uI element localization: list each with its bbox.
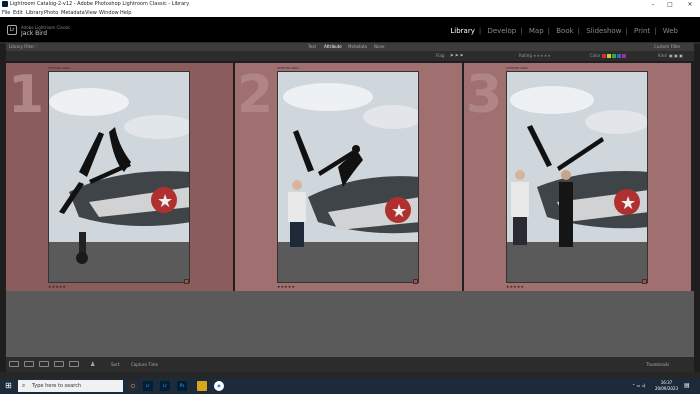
- menu-bar: File Edit Library Photo Metadata View Wi…: [0, 9, 700, 17]
- notifications-icon[interactable]: ▤: [684, 382, 690, 389]
- windows-start-icon[interactable]: ⊞: [5, 382, 12, 390]
- cell-badge-icon: [184, 279, 189, 284]
- photo-thumbnail[interactable]: ★: [277, 71, 419, 283]
- color-yellow-swatch[interactable]: [607, 54, 611, 58]
- clock-date: 20/09/2023: [654, 386, 678, 391]
- cell-index: 2: [237, 65, 274, 125]
- module-web[interactable]: Web: [663, 27, 678, 35]
- module-print[interactable]: Print: [634, 27, 650, 35]
- attribute-toolbar: Flag ⚑ ⚑ ⚑ Rating ★★★★★ Color Kind ▣ ▣ ▣: [6, 51, 694, 61]
- lightroom-classic-taskbar-icon[interactable]: Lr: [160, 381, 170, 391]
- module-book[interactable]: Book: [556, 27, 573, 35]
- taskbar-clock[interactable]: 16:37 20/09/2023: [655, 380, 678, 392]
- cell-badge-icon: [413, 279, 418, 284]
- menu-edit[interactable]: Edit: [13, 9, 23, 17]
- menu-view[interactable]: View: [85, 9, 97, 17]
- color-red-swatch[interactable]: [602, 54, 606, 58]
- color-label: Color: [590, 53, 601, 58]
- svg-text:★: ★: [391, 201, 407, 222]
- svg-text:★: ★: [157, 191, 173, 212]
- thumbnail-size-label: Thumbnails: [646, 362, 670, 367]
- filter-tab-metadata[interactable]: Metadata: [348, 43, 367, 51]
- module-picker: Library | Develop | Map | Book | Slideshow | …: [450, 27, 678, 35]
- rating-label: Rating: [519, 53, 532, 58]
- cell-index: 1: [8, 65, 45, 125]
- title-bar: Lightroom Catalog-2-v12 - Adobe Photosho…: [0, 0, 700, 9]
- module-map[interactable]: Map: [529, 27, 544, 35]
- task-view-icon[interactable]: ▢: [128, 381, 138, 391]
- menu-file[interactable]: File: [2, 9, 10, 17]
- library-filter-bar: Library Filter : Text Attribute Metadata…: [6, 43, 694, 51]
- grid-cell[interactable]: 3 SPITFIRE-AREA ★ ★★★★★: [464, 63, 691, 291]
- kind-label: Kind: [658, 53, 667, 58]
- cell-label: SPITFIRE-AREA: [506, 66, 529, 70]
- filter-title: Library Filter :: [9, 44, 37, 49]
- menu-photo[interactable]: Photo: [44, 9, 58, 17]
- lightroom-app-icon: [2, 1, 8, 7]
- color-green-swatch[interactable]: [612, 54, 616, 58]
- grid-view-icon[interactable]: [9, 361, 19, 367]
- close-button[interactable]: ✕: [682, 0, 698, 9]
- minimize-button[interactable]: –: [645, 0, 661, 9]
- menu-library[interactable]: Library: [26, 9, 43, 17]
- taskbar-search-box[interactable]: ⌕ Type here to search: [18, 380, 123, 392]
- svg-text:★: ★: [620, 193, 636, 214]
- painter-icon[interactable]: ♟: [90, 361, 95, 368]
- lightroom-taskbar-icon[interactable]: Lr: [143, 381, 153, 391]
- survey-view-icon[interactable]: [54, 361, 64, 367]
- identity-line2: Jack Bird: [21, 30, 48, 37]
- photo-grid: 1 SPITFIRE-AREA ★ ★★★★★ 2 SPITFIRE-AREA: [6, 63, 694, 291]
- grid-cell[interactable]: 2 SPITFIRE-AREA ★ ★★★★★: [235, 63, 462, 291]
- maximize-button[interactable]: □: [662, 0, 678, 9]
- cell-label: SPITFIRE-AREA: [277, 66, 300, 70]
- spitfire-photo: ★: [507, 72, 647, 282]
- cell-rating[interactable]: ★★★★★: [506, 284, 524, 289]
- bottom-toolbar: ♟ Sort: Capture Time Thumbnails: [6, 357, 694, 372]
- module-develop[interactable]: Develop: [487, 27, 516, 35]
- menu-help[interactable]: Help: [120, 9, 131, 17]
- grid-cell[interactable]: 1 SPITFIRE-AREA ★ ★★★★★: [6, 63, 233, 291]
- file-explorer-icon[interactable]: [197, 381, 207, 391]
- sort-select[interactable]: Capture Time: [131, 362, 158, 367]
- module-slideshow[interactable]: Slideshow: [586, 27, 621, 35]
- filter-tab-text[interactable]: Text: [308, 43, 316, 51]
- color-purple-swatch[interactable]: [622, 54, 626, 58]
- flag-label: Flag: [436, 53, 445, 58]
- photoshop-taskbar-icon[interactable]: Ps: [177, 381, 187, 391]
- module-library[interactable]: Library: [450, 27, 474, 35]
- menu-metadata[interactable]: Metadata: [61, 9, 85, 17]
- sort-label: Sort:: [111, 362, 121, 367]
- kind-icons[interactable]: ▣ ▣ ▣: [669, 51, 683, 61]
- search-placeholder: Type here to search: [32, 383, 82, 389]
- spitfire-photo: ★: [49, 72, 189, 282]
- people-view-icon[interactable]: [69, 361, 79, 367]
- cell-label: SPITFIRE-AREA: [48, 66, 71, 70]
- filter-preset-select[interactable]: Custom Filter: [654, 43, 681, 51]
- system-tray-icons[interactable]: ⌃ ▭ ◃): [632, 383, 645, 388]
- rating-stars[interactable]: ★★★★★: [533, 51, 551, 61]
- window-title: Lightroom Catalog-2-v12 - Adobe Photosho…: [10, 1, 190, 7]
- lr-logo-icon: Lr: [7, 25, 17, 35]
- compare-view-icon[interactable]: [39, 361, 49, 367]
- cell-rating[interactable]: ★★★★★: [277, 284, 295, 289]
- cell-index: 3: [466, 65, 503, 125]
- color-blue-swatch[interactable]: [617, 54, 621, 58]
- flag-icons[interactable]: ⚑ ⚑ ⚑: [450, 51, 463, 61]
- cell-badge-icon: [642, 279, 647, 284]
- cell-rating[interactable]: ★★★★★: [48, 284, 66, 289]
- identity-plate: Lr Adobe Lightroom Classic Jack Bird Lib…: [0, 17, 700, 42]
- spitfire-photo: ★: [278, 72, 418, 282]
- menu-window[interactable]: Window: [99, 9, 119, 17]
- loupe-view-icon[interactable]: [24, 361, 34, 367]
- grid-empty-area: [6, 291, 694, 357]
- chrome-icon[interactable]: ●: [214, 381, 224, 391]
- search-icon: ⌕: [22, 382, 26, 389]
- windows-taskbar: ⊞ ⌕ Type here to search ▢ Lr Lr Ps ● ⌃ ▭…: [0, 378, 700, 394]
- filter-tab-none[interactable]: None: [374, 43, 384, 51]
- filter-tab-attribute[interactable]: Attribute: [324, 43, 342, 51]
- photo-thumbnail[interactable]: ★: [506, 71, 648, 283]
- photo-thumbnail[interactable]: ★: [48, 71, 190, 283]
